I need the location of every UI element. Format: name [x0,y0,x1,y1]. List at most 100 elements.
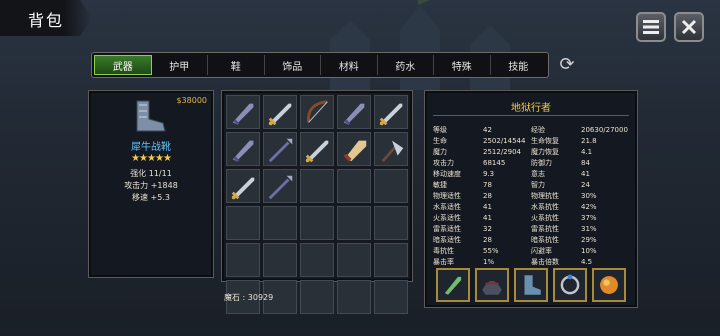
stat-row: 水系适性 41 水系抗性 42% [433,202,633,213]
helmet-icon [482,280,502,295]
blade-icon [343,140,367,162]
stat-label: 防御力 [531,159,552,167]
stat-value: 4.5 [581,258,593,266]
stat-value: 2502/14544 [483,137,526,145]
stat-label: 敏捷 [433,181,447,189]
ring-icon [560,274,580,295]
stat-value: 78 [483,181,492,189]
inventory-slot-empty[interactable] [337,280,371,314]
stat-row: 火系适性 41 火系抗性 37% [433,213,633,224]
bow-icon [307,100,328,123]
stat-row: 敏捷 78 智力 24 [433,180,633,191]
stat-label: 暗系适性 [433,236,461,244]
page-title: 背包 [28,11,65,30]
stat-value: 20630/27000 [581,126,628,134]
item-attack: 攻击力 +1848 [124,181,178,190]
inventory-slot-empty[interactable] [226,243,260,277]
inventory-slot-empty[interactable] [374,280,408,314]
magic-stone-count: 魔石 : 30929 [224,293,274,302]
inventory-slot-dagger[interactable] [226,132,260,166]
inventory-slot-empty[interactable] [263,243,297,277]
stat-label: 攻击力 [433,159,454,167]
inventory-slot-empty[interactable] [374,206,408,240]
equipment-slot[interactable] [475,268,509,302]
equipment-slot[interactable] [514,268,548,302]
inventory-slot-axe[interactable] [374,132,408,166]
refresh-button[interactable]: ⟳ [556,54,578,76]
inventory-slot-sword[interactable] [300,132,334,166]
stat-value: 10% [581,247,597,255]
stat-value: 32 [483,225,492,233]
inventory-slot-blade[interactable] [337,132,371,166]
sword-icon [305,140,329,163]
tab-accessories[interactable]: 饰品 [265,55,321,75]
stat-value: 29% [581,236,597,244]
inventory-slot-spear[interactable] [263,132,297,166]
stat-value: 28 [483,192,492,200]
tab-shoes[interactable]: 鞋 [208,55,265,75]
stat-value: 41 [483,203,492,211]
stat-label: 生命 [433,137,447,145]
equipment-slot[interactable] [436,268,470,302]
inventory-slot-dagger[interactable] [226,95,260,129]
character-title: 地狱行者 [511,103,551,114]
inventory-slot-empty[interactable] [226,206,260,240]
stat-row: 物理适性 28 物理抗性 30% [433,191,633,202]
stat-label: 暴击率 [433,258,454,266]
boots-icon [524,275,541,295]
tab-materials[interactable]: 材料 [321,55,378,75]
inventory-slot-spear[interactable] [263,169,297,203]
sword-icon [379,103,403,126]
stat-value: 21.8 [581,137,597,145]
stat-label: 智力 [531,181,545,189]
inventory-slot-empty[interactable] [337,243,371,277]
tab-skills[interactable]: 技能 [491,55,547,75]
tab-potions[interactable]: 药水 [378,55,434,75]
stat-label: 暗系抗性 [531,236,559,244]
title-bar: 背包 [0,0,92,36]
stat-label: 毒抗性 [433,247,454,255]
spear-icon [268,138,293,163]
axe-icon [381,140,404,163]
menu-button[interactable] [636,12,666,42]
inventory-slot-dagger[interactable] [337,95,371,129]
inventory-slot-sword[interactable] [226,169,260,203]
close-button[interactable] [674,12,704,42]
sword-icon [268,103,292,126]
equipment-slot[interactable] [553,268,587,302]
inventory-slot-empty[interactable] [300,243,334,277]
dagger-icon [232,103,254,126]
stat-value: 2512/2904 [483,148,521,156]
inventory-slot-empty[interactable] [337,206,371,240]
stat-row: 雷系适性 32 雷系抗性 31% [433,224,633,235]
close-icon [681,19,697,35]
item-name: 犀牛战靴 [131,142,171,153]
tab-special[interactable]: 特殊 [434,55,491,75]
refresh-icon: ⟳ [559,54,575,75]
tab-weapons[interactable]: 武器 [94,55,152,75]
inventory-slot-sword[interactable] [374,95,408,129]
stat-label: 等级 [433,126,447,134]
dagger-icon [444,276,462,295]
stat-row: 暴击率 1% 暴击倍数 4.5 [433,257,633,268]
stat-label: 闪避率 [531,247,552,255]
item-stars: ★★★★★ [131,153,172,164]
inventory-slot-bow[interactable] [300,95,334,129]
tab-armor[interactable]: 护甲 [152,55,208,75]
stat-label: 火系适性 [433,214,461,222]
equipment-slot[interactable] [592,268,626,302]
inventory-slot-empty[interactable] [263,206,297,240]
inventory-slot-empty[interactable] [300,169,334,203]
dagger-icon [232,140,254,163]
inventory-slot-sword[interactable] [263,95,297,129]
inventory-slot-empty[interactable] [337,169,371,203]
stat-value: 4.1 [581,148,593,156]
inventory-slot-empty[interactable] [300,206,334,240]
stat-label: 经验 [531,126,545,134]
inventory-slot-empty[interactable] [374,243,408,277]
inventory-slot-empty[interactable] [300,280,334,314]
inventory-slot-empty[interactable] [374,169,408,203]
stat-row: 毒抗性 55% 闪避率 10% [433,246,633,257]
stat-row: 等级 42 经验 20630/27000 [433,125,633,136]
stat-value: 31% [581,225,597,233]
